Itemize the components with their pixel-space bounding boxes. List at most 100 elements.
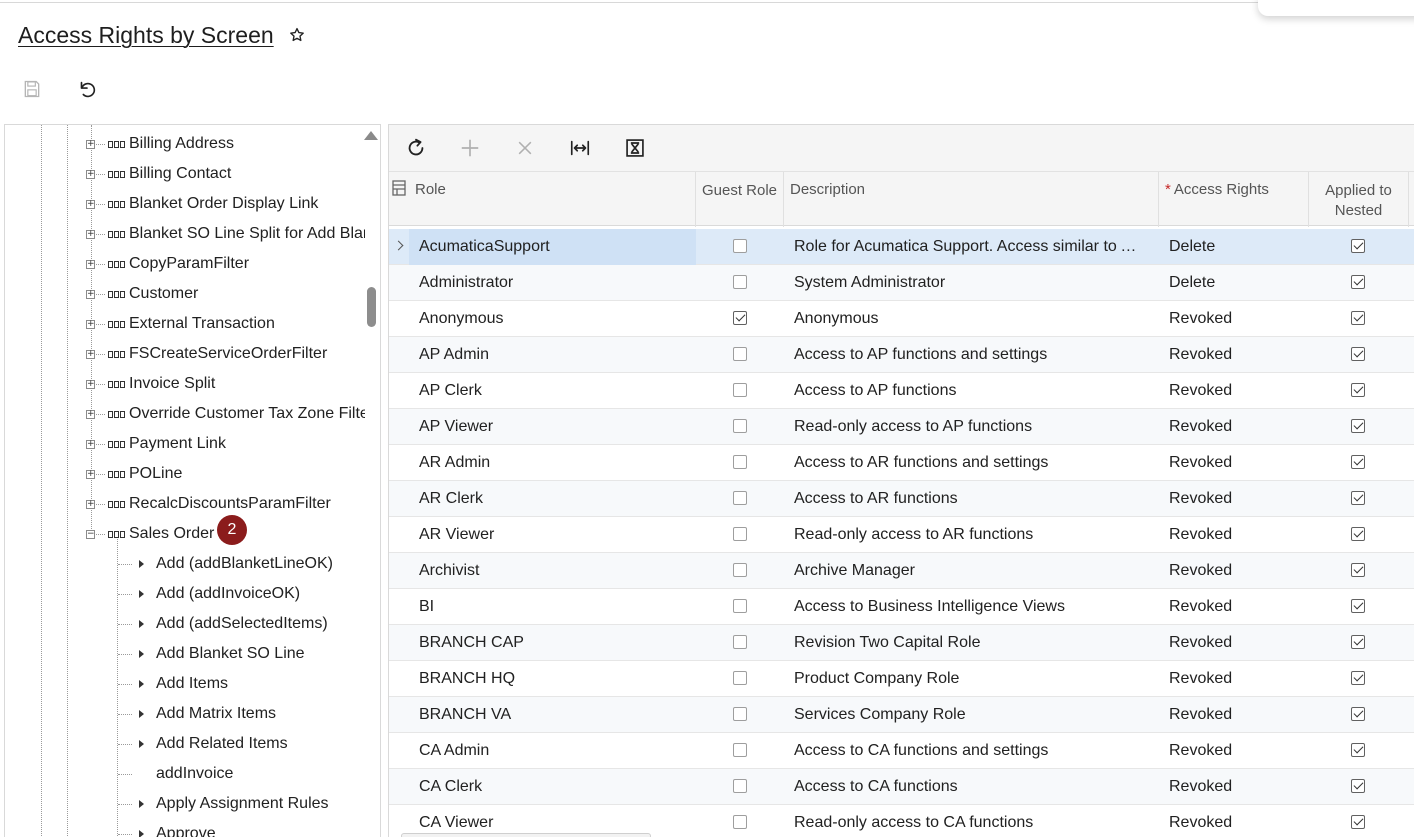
applied-to-nested-checkbox[interactable] bbox=[1351, 815, 1365, 829]
tree-node-table[interactable]: + Customer bbox=[5, 279, 365, 309]
tree-node-table[interactable]: + Billing Address bbox=[5, 129, 365, 159]
guest-role-checkbox[interactable] bbox=[733, 527, 747, 541]
expand-icon[interactable]: + bbox=[86, 350, 95, 359]
guest-role-checkbox[interactable] bbox=[733, 635, 747, 649]
screen-tree[interactable]: + Billing Address + Billing Contact + Bl… bbox=[4, 124, 381, 837]
expand-icon[interactable]: + bbox=[86, 140, 95, 149]
guest-role-checkbox[interactable] bbox=[733, 815, 747, 829]
table-row[interactable]: AR Viewer Read-only access to AR functio… bbox=[389, 517, 1414, 553]
tree-node-table[interactable]: − Sales Order 2 bbox=[5, 515, 365, 549]
guest-role-checkbox[interactable] bbox=[733, 455, 747, 469]
role-cell[interactable]: AP Viewer bbox=[409, 409, 696, 445]
tree-node-table[interactable]: + Blanket SO Line Split for Add Blanket bbox=[5, 219, 365, 249]
access-rights-cell[interactable]: Revoked bbox=[1169, 553, 1299, 589]
table-row[interactable]: Administrator System Administrator Delet… bbox=[389, 265, 1414, 301]
tree-node-table[interactable]: + CopyParamFilter bbox=[5, 249, 365, 279]
guest-role-checkbox[interactable] bbox=[733, 275, 747, 289]
table-row[interactable]: Archivist Archive Manager Revoked bbox=[389, 553, 1414, 589]
column-settings-icon[interactable] bbox=[389, 172, 409, 227]
role-cell[interactable]: AR Clerk bbox=[409, 481, 696, 517]
fit-columns-icon[interactable] bbox=[567, 135, 593, 161]
applied-to-nested-checkbox[interactable] bbox=[1351, 635, 1365, 649]
tree-node-table[interactable]: + POLine bbox=[5, 459, 365, 489]
applied-to-nested-checkbox[interactable] bbox=[1351, 311, 1365, 325]
save-icon[interactable] bbox=[19, 76, 45, 102]
description-cell[interactable]: Access to AP functions bbox=[794, 373, 1144, 409]
guest-role-checkbox[interactable] bbox=[733, 311, 747, 325]
tree-node-table[interactable]: + FSCreateServiceOrderFilter bbox=[5, 339, 365, 369]
guest-role-checkbox[interactable] bbox=[733, 347, 747, 361]
tree-node-table[interactable]: + Blanket Order Display Link bbox=[5, 189, 365, 219]
guest-role-checkbox[interactable] bbox=[733, 563, 747, 577]
applied-to-nested-checkbox[interactable] bbox=[1351, 707, 1365, 721]
applied-to-nested-checkbox[interactable] bbox=[1351, 347, 1365, 361]
tree-node-table[interactable]: + Invoice Split bbox=[5, 369, 365, 399]
expand-icon[interactable]: + bbox=[86, 260, 95, 269]
tree-node-action[interactable]: Approve bbox=[5, 819, 365, 837]
applied-to-nested-checkbox[interactable] bbox=[1351, 743, 1365, 757]
tree-scrollbar-thumb[interactable] bbox=[367, 287, 376, 327]
access-rights-cell[interactable]: Revoked bbox=[1169, 409, 1299, 445]
applied-to-nested-checkbox[interactable] bbox=[1351, 383, 1365, 397]
tree-node-action[interactable]: Add (addBlanketLineOK) bbox=[5, 549, 365, 579]
description-cell[interactable]: Access to CA functions and settings bbox=[794, 733, 1144, 769]
tree-node-action[interactable]: Add Items bbox=[5, 669, 365, 699]
description-cell[interactable]: Access to Business Intelligence Views bbox=[794, 589, 1144, 625]
tree-node-table[interactable]: + Billing Contact bbox=[5, 159, 365, 189]
guest-role-checkbox[interactable] bbox=[733, 671, 747, 685]
guest-role-checkbox[interactable] bbox=[733, 419, 747, 433]
role-cell[interactable]: Administrator bbox=[409, 265, 696, 301]
role-cell[interactable]: AR Viewer bbox=[409, 517, 696, 553]
role-cell[interactable]: Anonymous bbox=[409, 301, 696, 337]
expand-icon[interactable]: + bbox=[86, 440, 95, 449]
column-header-access-rights[interactable]: * Access Rights bbox=[1159, 172, 1309, 227]
add-icon[interactable] bbox=[457, 135, 483, 161]
table-row[interactable]: Anonymous Anonymous Revoked bbox=[389, 301, 1414, 337]
description-cell[interactable]: Revision Two Capital Role bbox=[794, 625, 1144, 661]
description-cell[interactable]: Read-only access to AR functions bbox=[794, 517, 1144, 553]
applied-to-nested-checkbox[interactable] bbox=[1351, 419, 1365, 433]
guest-role-checkbox[interactable] bbox=[733, 779, 747, 793]
page-title[interactable]: Access Rights by Screen bbox=[18, 22, 274, 49]
caret-right-icon[interactable] bbox=[139, 740, 144, 748]
access-rights-cell[interactable]: Revoked bbox=[1169, 697, 1299, 733]
description-cell[interactable]: Product Company Role bbox=[794, 661, 1144, 697]
expand-icon[interactable]: + bbox=[86, 500, 95, 509]
guest-role-checkbox[interactable] bbox=[733, 383, 747, 397]
expand-icon[interactable]: + bbox=[86, 380, 95, 389]
access-rights-cell[interactable]: Revoked bbox=[1169, 625, 1299, 661]
table-row[interactable]: BRANCH VA Services Company Role Revoked bbox=[389, 697, 1414, 733]
caret-right-icon[interactable] bbox=[139, 830, 144, 837]
role-cell[interactable]: AR Admin bbox=[409, 445, 696, 481]
applied-to-nested-checkbox[interactable] bbox=[1351, 671, 1365, 685]
access-rights-cell[interactable]: Revoked bbox=[1169, 733, 1299, 769]
tree-node-action[interactable]: Add Related Items bbox=[5, 729, 365, 759]
role-cell[interactable]: CA Admin bbox=[409, 733, 696, 769]
description-cell[interactable]: Access to CA functions bbox=[794, 769, 1144, 805]
access-rights-cell[interactable]: Revoked bbox=[1169, 337, 1299, 373]
access-rights-cell[interactable]: Revoked bbox=[1169, 373, 1299, 409]
undo-icon[interactable] bbox=[74, 76, 100, 102]
role-cell[interactable]: BI bbox=[409, 589, 696, 625]
table-row[interactable]: BI Access to Business Intelligence Views… bbox=[389, 589, 1414, 625]
description-cell[interactable]: Archive Manager bbox=[794, 553, 1144, 589]
description-cell[interactable]: Role for Acumatica Support. Access simil… bbox=[794, 229, 1144, 265]
role-cell[interactable]: BRANCH CAP bbox=[409, 625, 696, 661]
tree-node-table[interactable]: + Payment Link bbox=[5, 429, 365, 459]
expand-icon[interactable]: + bbox=[86, 170, 95, 179]
table-row[interactable]: AR Clerk Access to AR functions Revoked bbox=[389, 481, 1414, 517]
tree-node-action[interactable]: Add Blanket SO Line bbox=[5, 639, 365, 669]
table-row[interactable]: AcumaticaSupport Role for Acumatica Supp… bbox=[389, 229, 1414, 265]
role-cell[interactable]: AP Admin bbox=[409, 337, 696, 373]
description-cell[interactable]: Services Company Role bbox=[794, 697, 1144, 733]
delete-icon[interactable] bbox=[512, 135, 538, 161]
caret-right-icon[interactable] bbox=[139, 650, 144, 658]
access-rights-cell[interactable]: Revoked bbox=[1169, 517, 1299, 553]
expand-icon[interactable]: + bbox=[86, 410, 95, 419]
access-rights-cell[interactable]: Revoked bbox=[1169, 805, 1299, 837]
table-row[interactable]: CA Clerk Access to CA functions Revoked bbox=[389, 769, 1414, 805]
guest-role-checkbox[interactable] bbox=[733, 491, 747, 505]
access-rights-cell[interactable]: Revoked bbox=[1169, 301, 1299, 337]
expand-icon[interactable]: + bbox=[86, 200, 95, 209]
role-cell[interactable]: BRANCH VA bbox=[409, 697, 696, 733]
